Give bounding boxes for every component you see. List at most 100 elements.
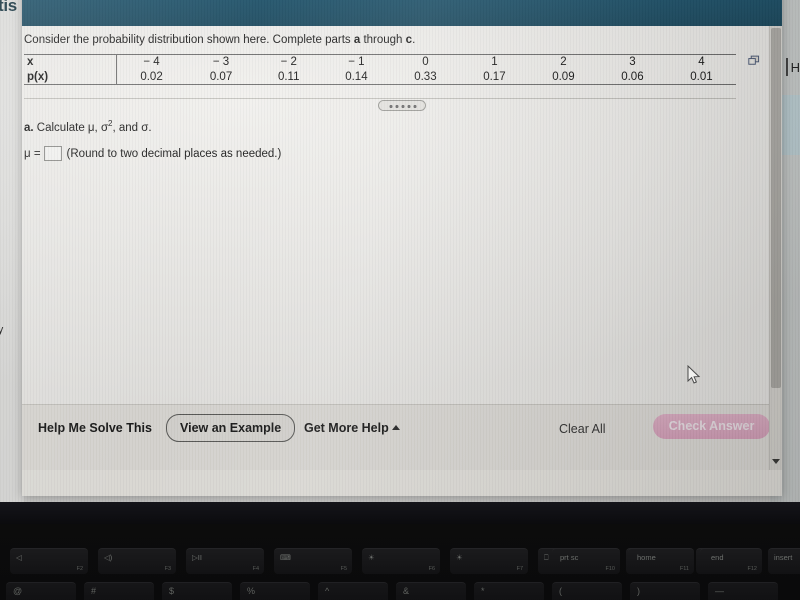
- keyboard-bezel: [0, 502, 800, 524]
- table-cell-px: 0.07: [186, 69, 256, 85]
- key-3[interactable]: #: [84, 582, 154, 600]
- table-cell-x: − 4: [116, 54, 187, 70]
- key-symbol: ): [637, 586, 640, 596]
- key-f5[interactable]: ⌨ F5: [274, 548, 352, 574]
- assignment-title: Chapter 4 part 1: [74, 0, 190, 1]
- prompt-middle: through: [360, 34, 406, 46]
- key-f6[interactable]: ☀ F6: [362, 548, 440, 574]
- key-4[interactable]: $: [162, 582, 232, 600]
- mouse-arrow-cursor: [687, 364, 701, 390]
- modal-vertical-scrollbar[interactable]: [769, 26, 782, 470]
- table-cell-x: − 3: [186, 54, 256, 70]
- key-symbol: *: [481, 586, 485, 596]
- copy-to-spreadsheet-icon[interactable]: [748, 54, 761, 66]
- key-5[interactable]: %: [240, 582, 310, 600]
- table-cell-x: 4: [666, 54, 736, 70]
- modal-header: Chapter 4 part 1 Part 1 of 5 Score: 0 of…: [22, 0, 782, 26]
- table-scroll-thumb[interactable]: [378, 100, 426, 111]
- key-f10-prtsc-visible[interactable]: prt sc F10: [552, 548, 620, 574]
- key-f7[interactable]: ☀ F7: [450, 548, 528, 574]
- table-cell-x: 2: [528, 54, 598, 70]
- key-minus[interactable]: —: [708, 582, 778, 600]
- mu-answer-input[interactable]: [43, 146, 62, 161]
- view-an-example-button[interactable]: View an Example: [166, 414, 296, 442]
- rounding-hint: (Round to two decimal places as needed.): [66, 147, 282, 160]
- key-f2[interactable]: ◁ F2: [10, 548, 88, 574]
- volume-icon: ◁): [104, 553, 113, 562]
- key-0[interactable]: ): [630, 582, 700, 600]
- key-f11-home-visible[interactable]: home F11: [628, 548, 694, 574]
- table-cell-px: 0.33: [390, 69, 460, 85]
- key-symbol: —: [715, 586, 724, 596]
- key-2[interactable]: @: [6, 582, 76, 600]
- background-nav-item[interactable]: ary: [0, 324, 3, 336]
- print-screen-label: prt sc: [560, 553, 579, 562]
- table-cell-px: 0.01: [666, 69, 736, 85]
- table-cell-px: 0.11: [255, 69, 322, 85]
- key-label: F3: [164, 566, 171, 572]
- background-app-right-divider: [786, 58, 788, 76]
- key-label: F12: [747, 566, 757, 572]
- brightness-up-icon: ☀: [456, 553, 463, 562]
- key-symbol: (: [559, 586, 562, 596]
- key-insert-visible[interactable]: insert: [768, 548, 800, 574]
- key-f12-end-visible[interactable]: end F12: [700, 548, 762, 574]
- table-cell-px: 0.14: [321, 69, 391, 85]
- prompt-prefix: Consider the probability distribution sh…: [24, 34, 354, 46]
- mute-icon: ◁: [16, 553, 22, 562]
- end-label: end: [711, 553, 724, 562]
- answer-row: μ = (Round to two decimal places as need…: [24, 146, 281, 161]
- part-a-letter: a.: [24, 121, 34, 134]
- modal-footer: Help Me Solve This View an Example Get M…: [22, 404, 782, 470]
- key-symbol: ^: [325, 586, 330, 596]
- table-cell-x: 3: [597, 54, 667, 70]
- table-cell-x: 1: [459, 54, 529, 70]
- table-row-x: x − 4 − 3 − 2 − 1 0 1 2 3 4: [24, 54, 736, 70]
- keyboard-backlight-icon: ⌨: [280, 553, 291, 562]
- background-right-fragment: H: [790, 60, 800, 75]
- key-f4[interactable]: ▷II F4: [186, 548, 264, 574]
- modal-body: Consider the probability distribution sh…: [22, 26, 782, 426]
- table-row-px: p(x) 0.02 0.07 0.11 0.14 0.33 0.17 0.09 …: [24, 69, 736, 85]
- key-label: F11: [679, 566, 689, 572]
- key-label: F7: [516, 566, 523, 572]
- screen-area: tis ts s ary ns H Chapter 4 part 1 Part …: [0, 0, 800, 502]
- part-a-suffix: , and σ.: [112, 121, 152, 134]
- background-tab-title[interactable]: tis: [0, 0, 17, 16]
- key-7[interactable]: &: [396, 582, 466, 600]
- part-a-text: Calculate μ, σ: [33, 121, 109, 134]
- key-9[interactable]: (: [552, 582, 622, 600]
- key-symbol: @: [13, 586, 23, 596]
- background-app-left-panel: [0, 0, 24, 502]
- insert-label: insert: [774, 553, 793, 562]
- key-label: F6: [428, 566, 435, 572]
- prompt-suffix: .: [412, 34, 416, 46]
- table-cell-px: 0.09: [528, 69, 598, 85]
- key-label: F5: [340, 566, 347, 572]
- table-cell-x: 0: [390, 54, 460, 70]
- scrollbar-thumb[interactable]: [771, 28, 781, 388]
- laptop-screen-photo: tis ts s ary ns H Chapter 4 part 1 Part …: [0, 0, 800, 600]
- get-more-help-label: Get More Help: [304, 421, 389, 435]
- key-6[interactable]: ^: [318, 582, 388, 600]
- row-header-px: p(x): [24, 69, 117, 85]
- table-cell-x: − 1: [321, 54, 391, 70]
- get-more-help-button[interactable]: Get More Help: [304, 421, 400, 435]
- check-answer-button[interactable]: Check Answer: [653, 414, 770, 439]
- scroll-grip-icon: [388, 105, 418, 108]
- table-cell-px: 0.17: [459, 69, 529, 85]
- key-8[interactable]: *: [474, 582, 544, 600]
- home-label: home: [637, 553, 656, 562]
- table-cell-x: − 2: [255, 54, 322, 70]
- chevron-down-icon[interactable]: [772, 459, 780, 464]
- clear-all-button[interactable]: Clear All: [559, 422, 606, 436]
- key-label: F4: [252, 566, 259, 572]
- key-label: F10: [605, 566, 615, 572]
- key-symbol: $: [169, 586, 175, 596]
- probability-distribution-table: x − 4 − 3 − 2 − 1 0 1 2 3 4 p(x) 0.02 0.…: [24, 54, 736, 96]
- key-f3[interactable]: ◁) F3: [98, 548, 176, 574]
- help-me-solve-this-button[interactable]: Help Me Solve This: [38, 421, 152, 435]
- table-cell-px: 0.02: [116, 69, 187, 85]
- question-prompt: Consider the probability distribution sh…: [24, 34, 415, 46]
- chevron-up-icon: [391, 425, 400, 430]
